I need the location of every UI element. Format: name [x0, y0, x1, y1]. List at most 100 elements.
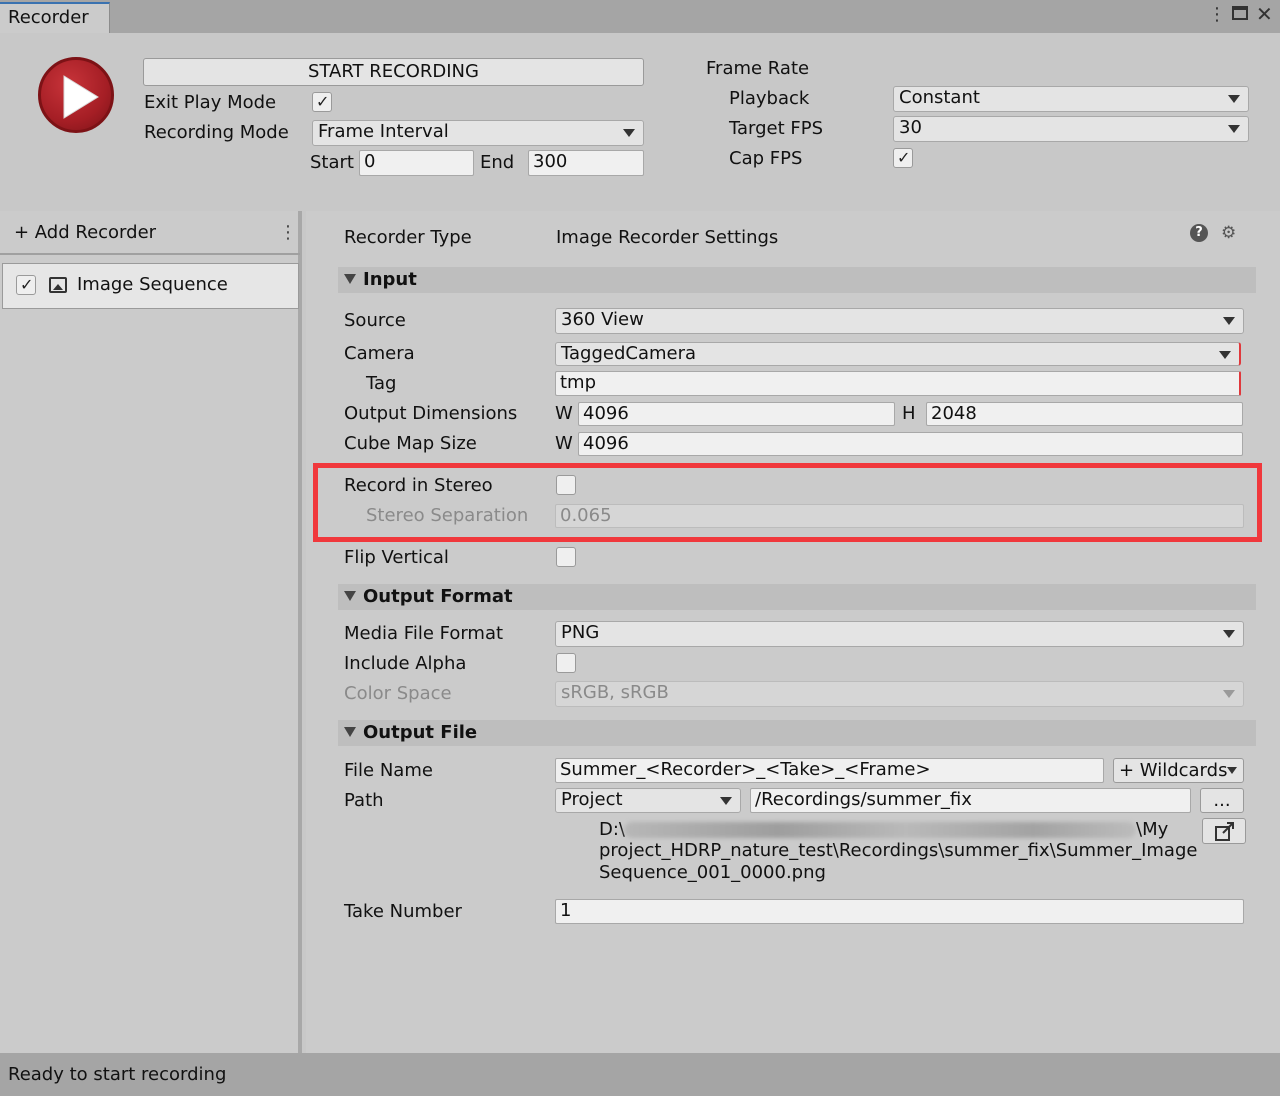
resolved-path-line3: Sequence_001_0000.png — [599, 862, 826, 883]
foldout-triangle-icon — [344, 274, 356, 284]
exit-play-mode-label: Exit Play Mode — [144, 92, 277, 113]
chevron-down-icon — [1223, 317, 1235, 325]
cap-fps-checkbox[interactable]: ✓ — [893, 148, 913, 168]
take-number-field[interactable]: 1 — [555, 899, 1244, 924]
close-icon[interactable]: ✕ — [1256, 3, 1273, 25]
height-label: H — [902, 403, 916, 424]
recorder-item-label: Image Sequence — [77, 274, 228, 295]
kebab-icon[interactable]: ⋮ — [279, 221, 297, 245]
foldout-triangle-icon — [344, 727, 356, 737]
output-format-section-header[interactable]: Output Format — [338, 584, 1256, 610]
playback-value: Constant — [899, 87, 980, 108]
checkmark-icon: ✓ — [316, 92, 330, 111]
input-section-header[interactable]: Input — [338, 267, 1256, 293]
input-header-label: Input — [363, 269, 417, 290]
record-icon[interactable] — [38, 57, 114, 133]
cube-map-width-field[interactable]: 4096 — [578, 432, 1243, 456]
redacted-path-segment — [624, 822, 1136, 838]
foldout-triangle-icon — [344, 591, 356, 601]
tag-field[interactable]: tmp — [555, 371, 1241, 396]
recording-mode-value: Frame Interval — [318, 121, 449, 142]
chevron-down-icon — [1223, 690, 1235, 698]
media-file-format-label: Media File Format — [344, 623, 504, 644]
tab-title: Recorder — [8, 7, 89, 28]
wildcards-button[interactable]: + Wildcards — [1113, 758, 1244, 783]
output-file-header-label: Output File — [363, 722, 478, 743]
recorder-list-panel — [0, 211, 302, 1053]
end-label: End — [480, 152, 515, 173]
preset-settings-icon[interactable]: ⚙ — [1221, 221, 1236, 245]
tag-label: Tag — [366, 373, 397, 394]
open-output-folder-button[interactable] — [1202, 818, 1246, 844]
source-value: 360 View — [561, 309, 644, 330]
chevron-down-icon — [1223, 630, 1235, 638]
file-name-field[interactable]: Summer_<Recorder>_<Take>_<Frame> — [555, 758, 1104, 783]
recorder-type-value: Image Recorder Settings — [556, 227, 779, 248]
browse-button[interactable]: ... — [1200, 788, 1244, 813]
window-tab-bar — [0, 0, 1280, 33]
cap-fps-label: Cap FPS — [729, 148, 803, 169]
include-alpha-label: Include Alpha — [344, 653, 467, 674]
path-root-value: Project — [561, 789, 623, 810]
exit-play-mode-checkbox[interactable]: ✓ — [312, 92, 332, 112]
media-file-format-value: PNG — [561, 622, 600, 643]
path-root-dropdown[interactable]: Project — [555, 788, 741, 813]
target-fps-value: 30 — [899, 117, 922, 138]
recording-mode-label: Recording Mode — [144, 122, 289, 143]
media-file-format-dropdown[interactable]: PNG — [555, 621, 1244, 647]
path-label: Path — [344, 790, 384, 811]
list-item[interactable]: ✓ Image Sequence — [2, 263, 299, 309]
output-dimensions-label: Output Dimensions — [344, 403, 518, 424]
chevron-down-icon — [623, 129, 635, 137]
output-width-field[interactable]: 4096 — [578, 402, 895, 426]
source-dropdown[interactable]: 360 View — [555, 308, 1244, 334]
flip-vertical-label: Flip Vertical — [344, 547, 449, 568]
camera-value: TaggedCamera — [561, 343, 697, 364]
chevron-down-icon — [1228, 125, 1240, 133]
checkmark-icon: ✓ — [20, 275, 34, 294]
chevron-down-icon — [1228, 95, 1240, 103]
highlight-box — [313, 463, 1262, 542]
start-recording-button[interactable]: START RECORDING — [143, 58, 644, 86]
source-label: Source — [344, 310, 406, 331]
cube-map-size-label: Cube Map Size — [344, 433, 477, 454]
recorder-enabled-checkbox[interactable]: ✓ — [16, 275, 36, 295]
status-text: Ready to start recording — [8, 1064, 227, 1085]
start-frame-field[interactable]: 0 — [359, 150, 474, 176]
flip-vertical-checkbox[interactable] — [556, 547, 576, 567]
kebab-icon[interactable]: ⋮ — [1208, 4, 1226, 26]
color-space-value: sRGB, sRGB — [561, 682, 669, 703]
recording-mode-dropdown[interactable]: Frame Interval — [312, 120, 644, 146]
chevron-down-icon — [720, 797, 732, 805]
chevron-down-icon — [1227, 767, 1237, 774]
chevron-down-icon — [1219, 351, 1231, 359]
playback-dropdown[interactable]: Constant — [893, 86, 1249, 112]
target-fps-dropdown[interactable]: 30 — [893, 116, 1249, 142]
tab-recorder[interactable]: Recorder — [0, 2, 110, 33]
cube-width-label: W — [555, 433, 573, 454]
output-file-section-header[interactable]: Output File — [338, 720, 1256, 746]
help-icon[interactable]: ? — [1190, 224, 1208, 242]
output-height-field[interactable]: 2048 — [926, 402, 1243, 426]
playback-label: Playback — [729, 88, 810, 109]
color-space-dropdown: sRGB, sRGB — [555, 681, 1244, 707]
maximize-icon[interactable] — [1232, 6, 1248, 20]
status-bar: Ready to start recording — [0, 1053, 1280, 1096]
frame-rate-label: Frame Rate — [706, 58, 810, 79]
add-recorder-button[interactable]: + Add Recorder — [14, 221, 156, 245]
target-fps-label: Target FPS — [729, 118, 824, 139]
resolved-path-line2: project_HDRP_nature_test\Recordings\summ… — [599, 840, 1198, 861]
color-space-label: Color Space — [344, 683, 452, 704]
recorder-type-label: Recorder Type — [344, 227, 472, 248]
image-icon — [49, 277, 67, 293]
camera-dropdown[interactable]: TaggedCamera — [555, 342, 1241, 366]
camera-label: Camera — [344, 343, 415, 364]
width-label: W — [555, 403, 573, 424]
path-field[interactable]: /Recordings/summer_fix — [750, 788, 1191, 813]
add-recorder-bar: + Add Recorder ⋮ — [0, 211, 300, 255]
start-label: Start — [310, 152, 354, 173]
file-name-label: File Name — [344, 760, 433, 781]
output-format-header-label: Output Format — [363, 586, 513, 607]
end-frame-field[interactable]: 300 — [528, 150, 644, 176]
include-alpha-checkbox[interactable] — [556, 653, 576, 673]
